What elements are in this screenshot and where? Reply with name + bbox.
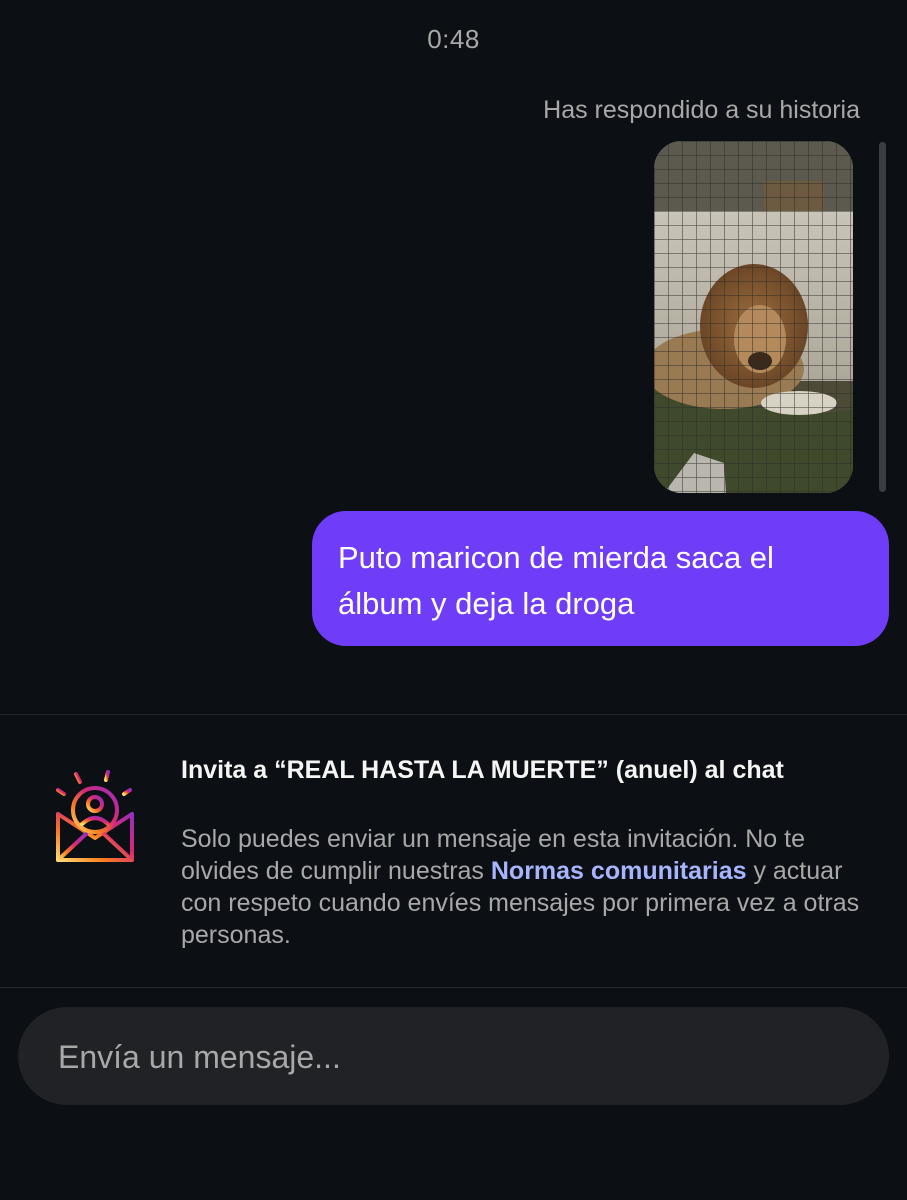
message-composer[interactable] <box>18 1007 889 1107</box>
message-input[interactable] <box>56 1007 855 1107</box>
community-guidelines-link[interactable]: Normas comunitarias <box>491 857 747 885</box>
scrollbar[interactable] <box>879 142 886 492</box>
invite-description: Solo puedes enviar un mensaje en esta in… <box>181 823 871 951</box>
story-thumbnail[interactable] <box>654 141 853 493</box>
message-timestamp: 0:48 <box>427 24 480 54</box>
sent-message-bubble[interactable]: Puto maricon de mierda saca el álbum y d… <box>312 511 889 646</box>
dm-thread-screen: 0:48 Has respondido a su historia Puto m… <box>0 0 907 1200</box>
invite-title: Invita a “REAL HASTA LA MUERTE” (anuel) … <box>181 756 784 784</box>
envelope-person-icon <box>56 770 134 862</box>
divider <box>0 987 907 988</box>
divider <box>0 714 907 715</box>
story-reply-label: Has respondido a su historia <box>543 96 860 124</box>
story-image <box>654 141 853 493</box>
